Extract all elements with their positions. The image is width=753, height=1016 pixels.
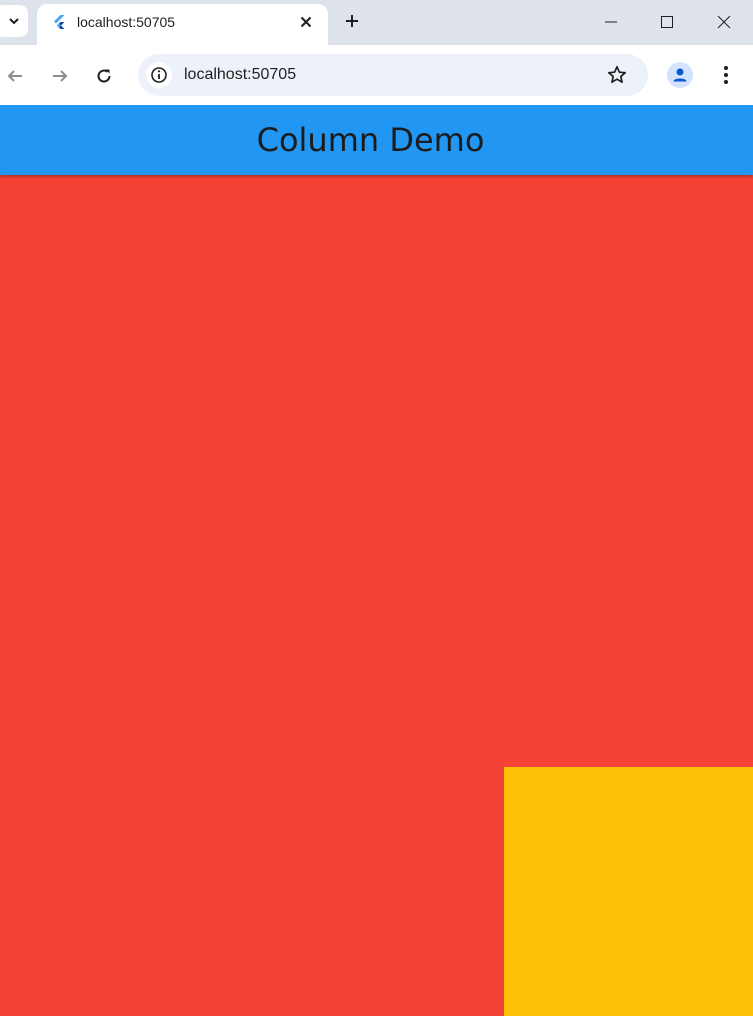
tab-close-button[interactable] — [297, 13, 315, 31]
browser-toolbar: localhost:50705 — [0, 45, 753, 105]
new-tab-button[interactable] — [340, 9, 364, 33]
browser-tab[interactable]: localhost:50705 — [37, 4, 328, 45]
close-icon — [300, 16, 312, 28]
flutter-logo-icon — [54, 15, 65, 29]
window-close-icon — [717, 15, 731, 29]
reload-icon — [97, 69, 111, 83]
app-bar: Column Demo — [0, 105, 753, 175]
browser-menu-button[interactable] — [714, 62, 738, 88]
bookmark-button[interactable] — [605, 63, 629, 87]
chevron-down-icon — [9, 18, 19, 25]
app-bar-title: Column Demo — [256, 121, 485, 159]
tab-strip: localhost:50705 — [0, 0, 753, 45]
kebab-menu-icon — [724, 66, 728, 84]
minimize-icon — [605, 21, 617, 23]
maximize-button[interactable] — [653, 8, 681, 36]
url-text[interactable]: localhost:50705 — [184, 66, 296, 84]
amber-container — [504, 767, 753, 1016]
star-icon — [607, 65, 627, 84]
maximize-icon — [661, 16, 673, 28]
profile-button[interactable] — [667, 62, 693, 88]
tab-title: localhost:50705 — [77, 14, 176, 30]
arrow-right-icon — [53, 70, 68, 82]
minimize-button[interactable] — [597, 8, 625, 36]
reload-button[interactable] — [90, 62, 118, 90]
browser-window: localhost:50705 localhost:50705 Column D… — [0, 0, 753, 1016]
forward-button[interactable] — [46, 62, 74, 90]
plus-icon — [346, 15, 358, 27]
person-icon — [673, 68, 687, 82]
back-button[interactable] — [1, 62, 29, 90]
arrow-left-icon — [7, 70, 22, 82]
site-info-button[interactable] — [146, 62, 172, 88]
address-bar[interactable]: localhost:50705 — [138, 54, 648, 96]
window-close-button[interactable] — [710, 8, 738, 36]
tab-search-button[interactable] — [0, 5, 28, 37]
info-icon — [151, 67, 167, 83]
page-viewport: Column Demo — [0, 105, 753, 1016]
